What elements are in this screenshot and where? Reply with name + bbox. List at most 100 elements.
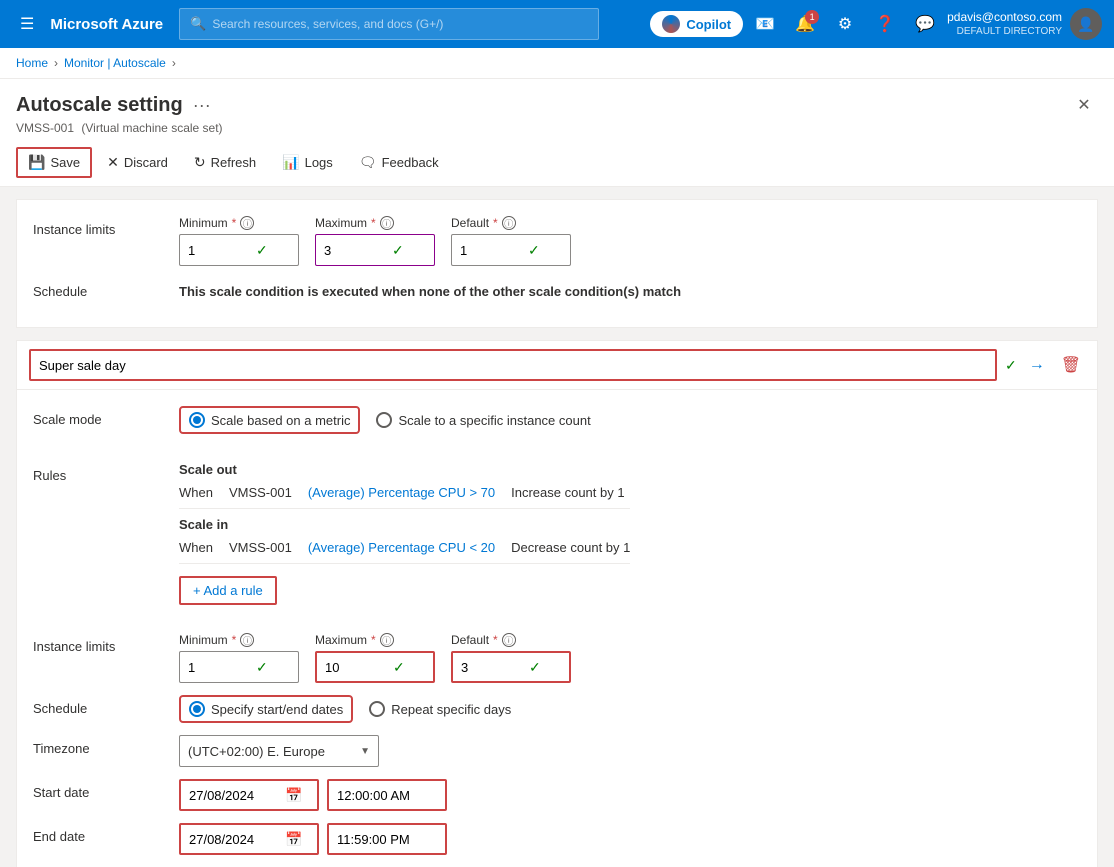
email-icon-button[interactable]: 📧 bbox=[747, 6, 783, 42]
instance-limits-label: Instance limits bbox=[33, 216, 163, 237]
user-name-block: pdavis@contoso.com DEFAULT DIRECTORY bbox=[947, 10, 1062, 39]
end-date-inputs: 📅 bbox=[179, 823, 447, 855]
feedback-nav-button[interactable]: 💬 bbox=[907, 6, 943, 42]
discard-icon: ✕ bbox=[107, 154, 119, 171]
maximum-label: Maximum * ⓘ bbox=[315, 216, 435, 230]
user-info[interactable]: pdavis@contoso.com DEFAULT DIRECTORY 👤 bbox=[947, 8, 1102, 40]
minimum-input[interactable]: ✓ bbox=[179, 234, 299, 266]
condition-name-input[interactable] bbox=[29, 349, 997, 381]
rules-label: Rules bbox=[33, 462, 163, 483]
minimum-required: * bbox=[232, 216, 237, 230]
minimum-info-icon[interactable]: ⓘ bbox=[240, 216, 254, 230]
refresh-button[interactable]: ↻ Refresh bbox=[183, 148, 267, 177]
azure-logo: Microsoft Azure bbox=[50, 16, 163, 33]
rule-divider-2 bbox=[179, 563, 630, 564]
scale-specific-radio[interactable] bbox=[376, 412, 392, 428]
timezone-row: Timezone (UTC+02:00) E. Europe ▼ bbox=[33, 735, 1081, 767]
default-condition-input[interactable]: ✓ bbox=[451, 651, 571, 683]
instance-limits-condition-label: Instance limits bbox=[33, 633, 163, 654]
breadcrumb-sep-1: › bbox=[54, 56, 58, 70]
logs-button[interactable]: 📊 Logs bbox=[271, 148, 344, 177]
settings-button[interactable]: ⚙ bbox=[827, 6, 863, 42]
when-label-in: When bbox=[179, 540, 213, 555]
refresh-label: Refresh bbox=[211, 155, 257, 170]
start-date-row: Start date 📅 bbox=[33, 779, 1081, 811]
repeat-days-radio[interactable] bbox=[369, 701, 385, 717]
default-value[interactable] bbox=[460, 243, 520, 258]
repeat-days-option[interactable]: Repeat specific days bbox=[369, 701, 511, 717]
logs-label: Logs bbox=[305, 155, 333, 170]
add-rule-button[interactable]: + Add a rule bbox=[179, 576, 277, 605]
main-content: Instance limits Minimum * ⓘ ✓ bbox=[0, 187, 1114, 867]
max-condition-value[interactable] bbox=[325, 660, 385, 675]
condition-navigate-icon[interactable]: → bbox=[1025, 352, 1049, 378]
scale-metric-radio[interactable] bbox=[189, 412, 205, 428]
schedule-label-default: Schedule bbox=[33, 278, 163, 299]
min-condition-info[interactable]: ⓘ bbox=[240, 633, 254, 647]
end-time-value[interactable] bbox=[337, 832, 427, 847]
timezone-dropdown[interactable]: (UTC+02:00) E. Europe ▼ bbox=[179, 735, 379, 767]
scale-mode-label: Scale mode bbox=[33, 406, 163, 427]
start-date-input[interactable]: 📅 bbox=[179, 779, 319, 811]
copilot-button[interactable]: Copilot bbox=[650, 11, 743, 37]
end-date-calendar-icon[interactable]: 📅 bbox=[285, 831, 302, 848]
user-avatar[interactable]: 👤 bbox=[1070, 8, 1102, 40]
minimum-check-icon: ✓ bbox=[256, 242, 268, 259]
search-bar[interactable]: 🔍 Search resources, services, and docs (… bbox=[179, 8, 599, 40]
more-options-button[interactable]: ··· bbox=[193, 95, 211, 116]
end-time-input[interactable] bbox=[327, 823, 447, 855]
scale-specific-option[interactable]: Scale to a specific instance count bbox=[376, 412, 590, 428]
condition-header-icons: ✓ → 🗑 bbox=[1005, 351, 1085, 379]
scale-out-rule: When VMSS-001 (Average) Percentage CPU >… bbox=[179, 481, 630, 504]
default-condition-value[interactable] bbox=[461, 660, 521, 675]
resource-name-out: VMSS-001 bbox=[229, 485, 292, 500]
save-button[interactable]: 💾 Save bbox=[16, 147, 92, 178]
maximum-info-icon[interactable]: ⓘ bbox=[380, 216, 394, 230]
scale-metric-option[interactable]: Scale based on a metric bbox=[179, 406, 360, 434]
notifications-button[interactable]: 🔔 1 bbox=[787, 6, 823, 42]
discard-button[interactable]: ✕ Discard bbox=[96, 148, 179, 177]
breadcrumb-monitor[interactable]: Monitor | Autoscale bbox=[64, 56, 166, 70]
instance-limits-fields: Minimum * ⓘ ✓ Maximum * ⓘ bbox=[179, 216, 1081, 266]
maximum-value[interactable] bbox=[324, 243, 384, 258]
breadcrumb-home[interactable]: Home bbox=[16, 56, 48, 70]
rules-section: Scale out When VMSS-001 (Average) Percen… bbox=[179, 462, 630, 605]
default-info-icon[interactable]: ⓘ bbox=[502, 216, 516, 230]
min-condition-value[interactable] bbox=[188, 660, 248, 675]
rule-out-condition[interactable]: (Average) Percentage CPU > 70 bbox=[308, 485, 495, 500]
scale-in-header: Scale in bbox=[179, 517, 630, 532]
default-input[interactable]: ✓ bbox=[451, 234, 571, 266]
feedback-button[interactable]: 🗨 Feedback bbox=[348, 148, 450, 177]
hamburger-menu[interactable]: ☰ bbox=[12, 10, 42, 38]
default-condition-info[interactable]: ⓘ bbox=[502, 633, 516, 647]
start-time-value[interactable] bbox=[337, 788, 427, 803]
start-time-input[interactable] bbox=[327, 779, 447, 811]
save-icon: 💾 bbox=[28, 154, 45, 171]
specify-dates-radio[interactable] bbox=[189, 701, 205, 717]
start-date-calendar-icon[interactable]: 📅 bbox=[285, 787, 302, 804]
start-date-value[interactable] bbox=[189, 788, 279, 803]
close-button[interactable]: ✕ bbox=[1070, 91, 1098, 119]
user-email: pdavis@contoso.com bbox=[947, 10, 1062, 26]
maximum-input[interactable]: ✓ bbox=[315, 234, 435, 266]
end-date-value[interactable] bbox=[189, 832, 279, 847]
max-condition-info[interactable]: ⓘ bbox=[380, 633, 394, 647]
help-button[interactable]: ❓ bbox=[867, 6, 903, 42]
default-condition-field: Default * ⓘ ✓ bbox=[451, 633, 571, 683]
timezone-label: Timezone bbox=[33, 735, 163, 756]
default-field: Default * ⓘ ✓ bbox=[451, 216, 571, 266]
end-date-input[interactable]: 📅 bbox=[179, 823, 319, 855]
max-condition-input[interactable]: ✓ bbox=[315, 651, 435, 683]
rule-in-condition[interactable]: (Average) Percentage CPU < 20 bbox=[308, 540, 495, 555]
max-condition-field: Maximum * ⓘ ✓ bbox=[315, 633, 435, 683]
page-title: Autoscale setting bbox=[16, 94, 183, 117]
min-condition-input[interactable]: ✓ bbox=[179, 651, 299, 683]
minimum-value[interactable] bbox=[188, 243, 248, 258]
min-condition-label: Minimum * ⓘ bbox=[179, 633, 299, 647]
maximum-check-icon: ✓ bbox=[392, 242, 404, 259]
specify-dates-option[interactable]: Specify start/end dates bbox=[179, 695, 353, 723]
max-condition-label: Maximum * ⓘ bbox=[315, 633, 435, 647]
condition-delete-icon[interactable]: 🗑 bbox=[1057, 351, 1085, 379]
resource-subtitle[interactable]: VMSS-001 (Virtual machine scale set) bbox=[16, 121, 1098, 135]
default-check-icon: ✓ bbox=[528, 242, 540, 259]
